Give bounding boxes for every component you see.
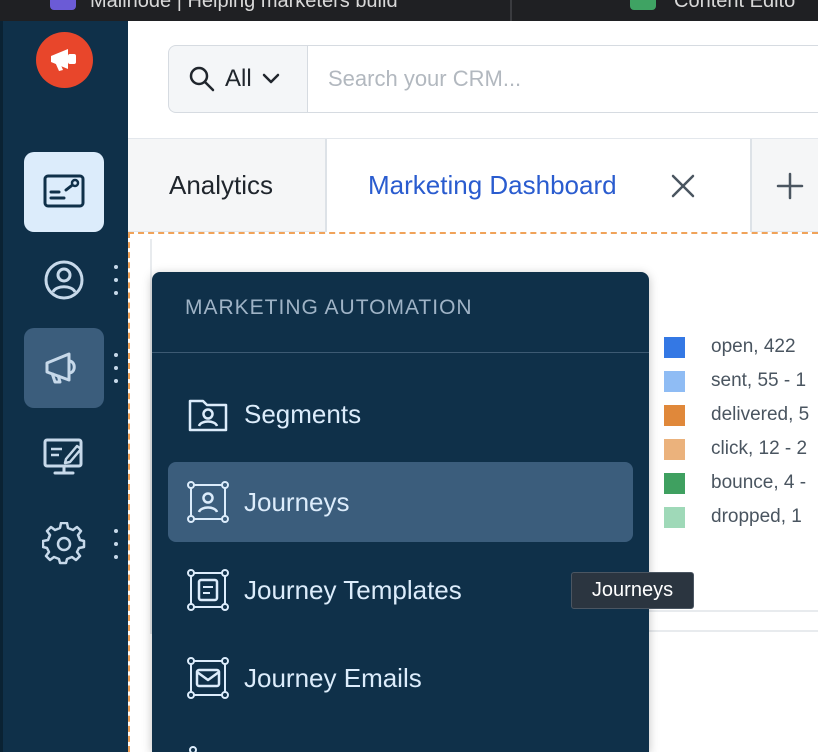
monitor-edit-icon <box>43 438 83 475</box>
app-logo[interactable] <box>36 32 93 88</box>
user-circle-icon <box>44 260 84 300</box>
browser-tab-1[interactable]: Mailnode | Helping marketers build <box>90 0 398 13</box>
browser-tab-strip: Mailnode | Helping marketers build Conte… <box>0 0 818 21</box>
marketing-automation-menu: MARKETING AUTOMATION Segments Journeys J… <box>152 272 649 752</box>
tab-label: Marketing Dashboard <box>368 170 617 200</box>
legend-swatch <box>664 506 685 528</box>
menu-item-label: Journey Emails <box>244 662 422 693</box>
rail-edge <box>0 21 3 752</box>
browser-tab-separator <box>510 0 512 21</box>
gear-icon <box>42 522 86 565</box>
browser-tab-favicon <box>50 0 76 10</box>
menu-item-segments[interactable]: Segments <box>168 374 633 454</box>
plus-icon[interactable] <box>776 172 804 200</box>
legend-swatch <box>664 404 685 426</box>
legend-swatch <box>664 472 685 494</box>
tab-label: Analytics <box>169 170 274 200</box>
top-header: All <box>128 21 818 139</box>
folder-user-icon <box>188 399 228 432</box>
menu-item-journey-emails[interactable]: Journey Emails <box>168 638 633 718</box>
menu-item-label: Journey Templates <box>244 574 462 605</box>
browser-tab-favicon <box>630 0 656 10</box>
rail-content-button[interactable] <box>24 416 104 496</box>
menu-title: MARKETING AUTOMATION <box>185 296 473 319</box>
tooltip: Journeys <box>571 572 694 609</box>
legend-label: dropped, 1 <box>711 506 802 527</box>
chart-legend: open, 422 sent, 55 - 1 delivered, 5 clic… <box>664 330 809 534</box>
menu-item-label: Segments <box>244 398 362 429</box>
legend-swatch <box>664 438 685 460</box>
journey-icon <box>187 481 229 523</box>
tab-marketing-dashboard[interactable]: Marketing Dashboard <box>327 139 752 232</box>
search-icon <box>189 66 215 92</box>
browser-tab-2[interactable]: Content Edito <box>674 0 795 13</box>
rail-contacts-more[interactable] <box>110 265 122 295</box>
rail-settings-more[interactable] <box>110 529 122 559</box>
chevron-down-icon <box>262 73 279 84</box>
menu-divider <box>152 352 649 353</box>
legend-item: sent, 55 - 1 <box>664 364 809 398</box>
megaphone-icon <box>45 352 76 384</box>
legend-label: sent, 55 - 1 <box>711 370 807 391</box>
megaphone-logo-icon <box>50 49 76 71</box>
legend-item: bounce, 4 - <box>664 466 809 500</box>
journey-email-icon <box>187 657 229 699</box>
dashboard-tab-bar: Analytics Marketing Dashboard <box>128 139 818 232</box>
rail-marketing-more[interactable] <box>110 353 122 383</box>
search-input[interactable] <box>308 46 818 112</box>
legend-swatch <box>664 370 685 392</box>
rail-marketing-button[interactable] <box>24 328 104 408</box>
rail-settings-button[interactable] <box>24 504 104 584</box>
journey-icon <box>189 746 197 752</box>
search-scope-dropdown[interactable]: All <box>168 45 307 113</box>
journey-template-icon <box>187 569 229 611</box>
search-field <box>307 45 818 113</box>
legend-item: dropped, 1 <box>664 500 809 534</box>
rail-contacts-button[interactable] <box>24 240 104 320</box>
menu-item-journeys[interactable]: Journeys <box>168 462 633 542</box>
legend-item: click, 12 - 2 <box>664 432 809 466</box>
widget-divider <box>648 630 818 632</box>
legend-label: open, 422 <box>711 336 796 357</box>
search-scope-label: All <box>225 65 252 92</box>
legend-item: open, 422 <box>664 330 809 364</box>
legend-item: delivered, 5 <box>664 398 809 432</box>
close-icon[interactable] <box>669 172 697 200</box>
dashboard-icon <box>43 174 85 208</box>
menu-item-label: Journeys <box>244 486 350 517</box>
legend-label: delivered, 5 <box>711 404 810 425</box>
legend-label: bounce, 4 - <box>711 472 807 493</box>
rail-dashboard-button[interactable] <box>24 152 104 232</box>
tab-analytics[interactable]: Analytics <box>128 139 327 232</box>
legend-swatch <box>664 336 685 358</box>
legend-label: click, 12 - 2 <box>711 438 808 459</box>
menu-item-journey-templates[interactable]: Journey Templates <box>168 550 633 630</box>
widget-divider <box>648 610 818 612</box>
